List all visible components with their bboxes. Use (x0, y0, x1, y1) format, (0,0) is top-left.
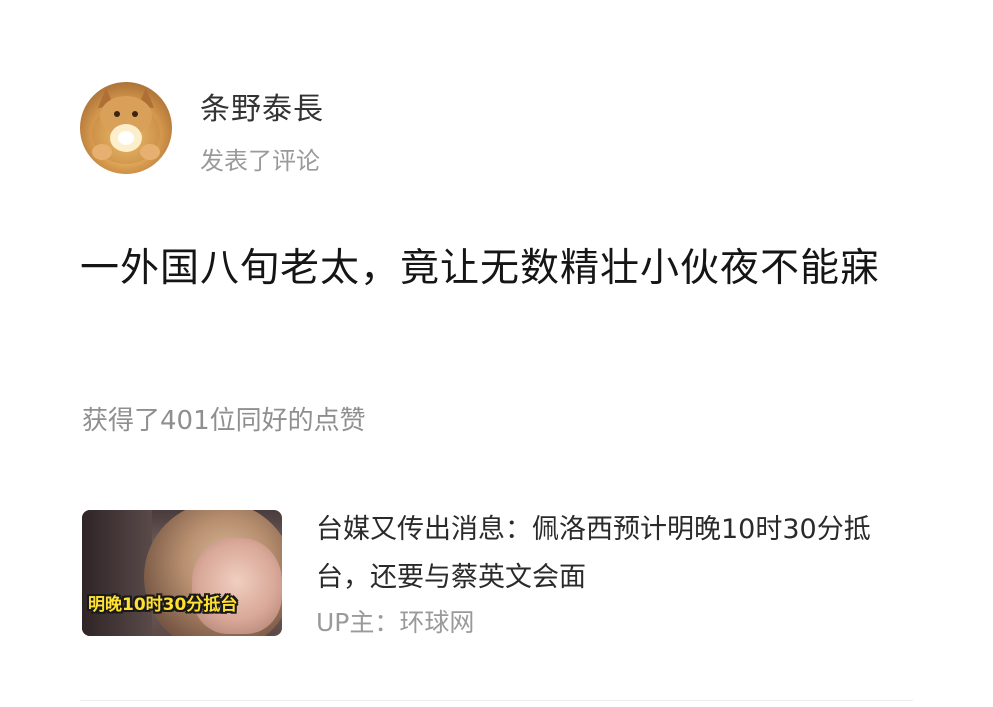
like-count: 获得了401位同好的点赞 (82, 406, 366, 436)
video-card[interactable]: 明晚10时30分抵台 台媒又传出消息：佩洛西预计明晚10时30分抵台，还要与蔡英… (82, 506, 912, 638)
comment-text: 一外国八旬老太，竟让无数精壮小伙夜不能寐 (80, 246, 881, 291)
thumbnail-face (192, 538, 282, 634)
author-action: 发表了评论 (200, 147, 320, 175)
thumbnail-caption: 明晚10时30分抵台 (88, 595, 238, 615)
video-thumbnail[interactable]: 明晚10时30分抵台 (82, 510, 282, 636)
video-title[interactable]: 台媒又传出消息：佩洛西预计明晚10时30分抵台，还要与蔡英文会面 (316, 506, 916, 602)
author-name[interactable]: 条野泰長 (200, 92, 324, 128)
comment-card: 条野泰長 发表了评论 一外国八旬老太，竟让无数精壮小伙夜不能寐 获得了401位同… (0, 0, 993, 707)
video-uploader[interactable]: UP主：环球网 (316, 606, 474, 640)
avatar[interactable] (80, 82, 172, 174)
cat-avatar-icon (92, 88, 160, 164)
thumbnail-shade (82, 510, 152, 636)
divider (80, 700, 913, 701)
